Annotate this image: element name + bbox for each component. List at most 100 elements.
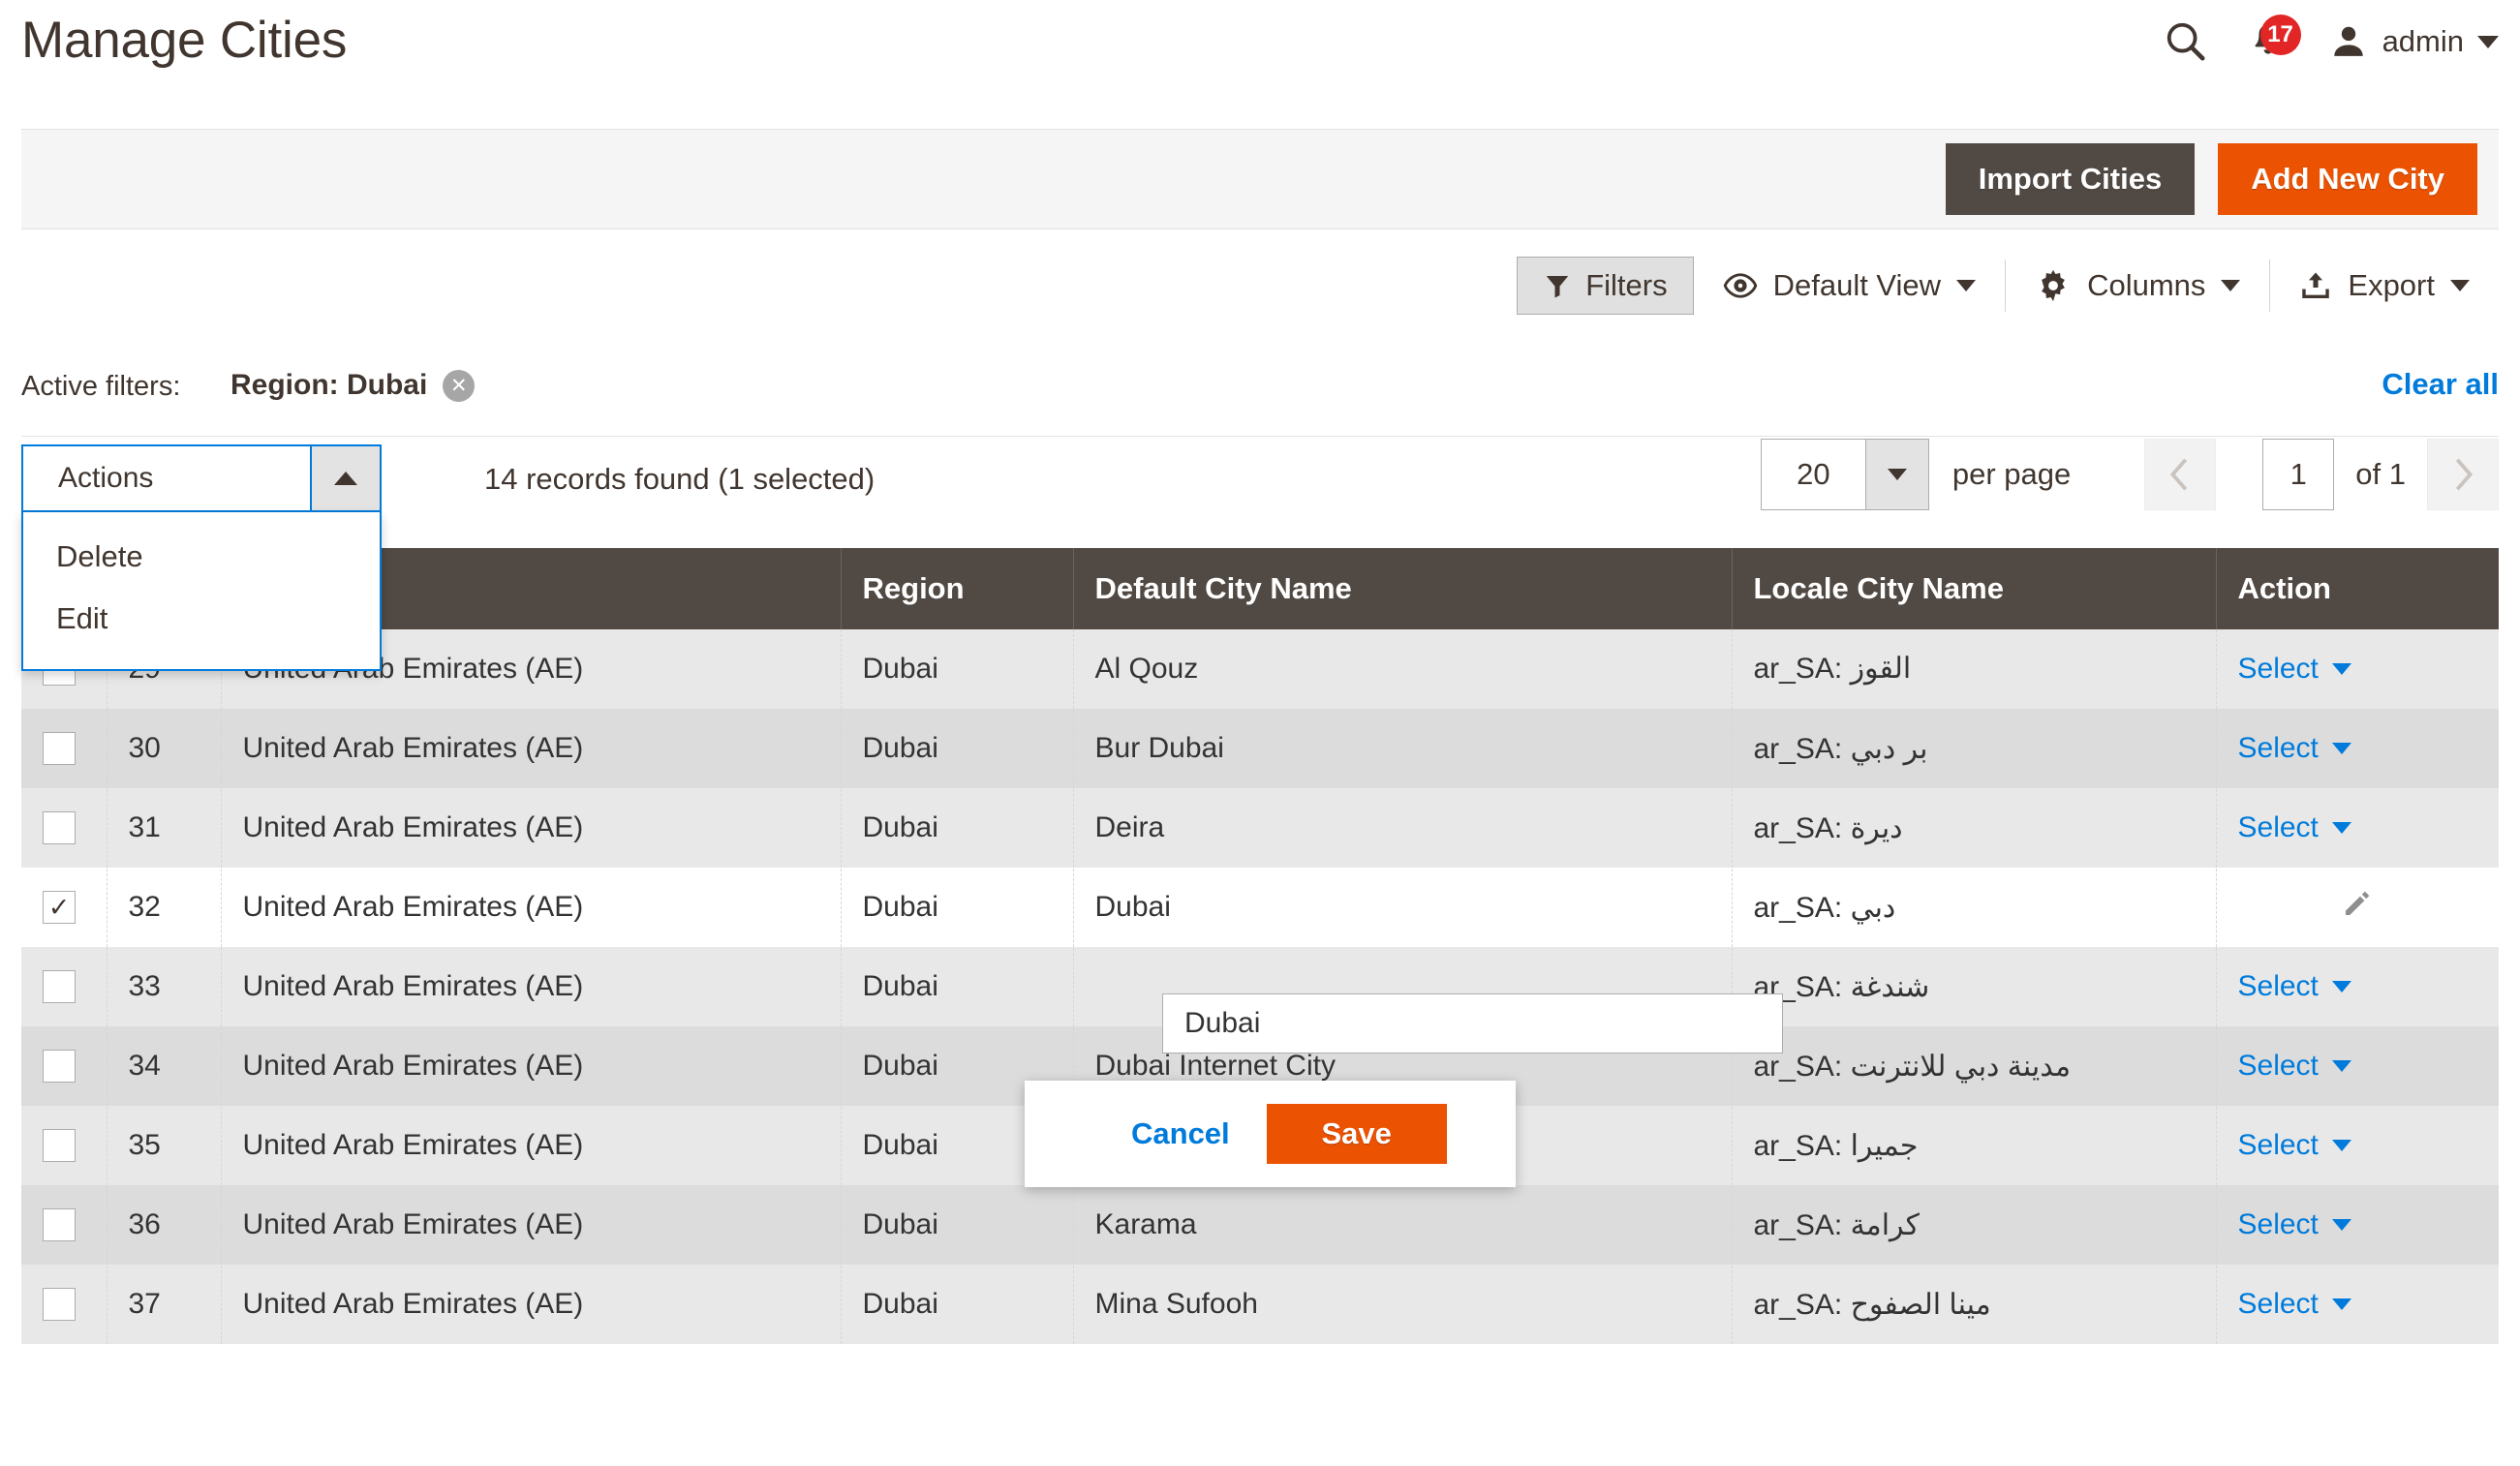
row-checkbox-cell	[21, 1185, 108, 1265]
default-view-dropdown[interactable]: Default View	[1694, 257, 2005, 315]
page-actions-group: Import Cities Add New City	[1945, 143, 2477, 215]
row-checkbox-cell	[21, 947, 108, 1026]
cell-default-city-name: Deira	[1073, 788, 1733, 868]
filters-button[interactable]: Filters	[1517, 257, 1694, 315]
cell-action	[2216, 868, 2499, 947]
row-checkbox-cell	[21, 1026, 108, 1106]
chevron-down-icon	[2331, 1298, 2351, 1310]
row-checkbox[interactable]	[43, 970, 76, 1003]
row-action-select-label: Select	[2237, 1208, 2319, 1240]
pencil-icon[interactable]	[2341, 887, 2374, 928]
mass-actions-toggle[interactable]	[310, 446, 380, 510]
row-action-select[interactable]: Select	[2238, 970, 2351, 1003]
chevron-down-icon	[2331, 743, 2351, 754]
row-action-select[interactable]: Select	[2238, 1129, 2351, 1162]
row-checkbox[interactable]: ✓	[43, 891, 76, 924]
page-actions-bar: Import Cities Add New City	[21, 129, 2499, 229]
export-dropdown[interactable]: Export	[2270, 257, 2499, 315]
cell-locale-city-name: ar_SA: بر دبي	[1732, 709, 2217, 788]
table-row[interactable]: 30 United Arab Emirates (AE) Dubai Bur Duba…	[21, 709, 2499, 788]
row-action-select-label: Select	[2237, 652, 2319, 685]
cell-id: 30	[107, 709, 222, 788]
row-checkbox[interactable]	[43, 1288, 76, 1321]
clear-all-link[interactable]: Clear all	[2382, 367, 2499, 402]
filters-label: Filters	[1585, 268, 1668, 302]
cell-action: Select	[2216, 629, 2499, 709]
row-checkbox[interactable]	[43, 1129, 76, 1162]
cell-action: Select	[2216, 1106, 2499, 1185]
cell-default-city-name: Bur Dubai	[1073, 709, 1733, 788]
add-new-city-button[interactable]: Add New City	[2218, 143, 2477, 215]
user-icon	[2333, 26, 2363, 56]
column-header-default-city-name[interactable]: Default City Name	[1073, 548, 1733, 629]
cell-id: 35	[107, 1106, 222, 1185]
row-action-select-label: Select	[2237, 1050, 2319, 1082]
row-checkbox-cell	[21, 1106, 108, 1185]
mass-action-edit[interactable]: Edit	[23, 588, 380, 650]
cities-table: ID Country Region Default City Name Loca…	[21, 548, 2499, 1345]
row-action-select-label: Select	[2237, 1129, 2319, 1161]
header-actions: 17 admin	[2164, 8, 2499, 76]
chevron-down-icon	[2221, 280, 2241, 291]
row-checkbox-cell	[21, 788, 108, 868]
table-row[interactable]: 37 United Arab Emirates (AE) Dubai Mina Suf…	[21, 1265, 2499, 1344]
locale-city-name-value: ar_SA: مدينة دبي للانترنت	[1753, 1050, 2072, 1083]
column-header-locale-city-name[interactable]: Locale City Name	[1732, 548, 2217, 629]
cell-locale-city-name: ar_SA: مدينة دبي للانترنت	[1732, 1026, 2217, 1106]
check-icon: ✓	[47, 892, 71, 922]
next-page-button[interactable]	[2427, 439, 2499, 510]
inline-edit-cancel-button[interactable]: Cancel	[1131, 1116, 1230, 1151]
locale-city-name-value: ar_SA: جميرا	[1753, 1129, 1919, 1162]
cell-locale-city-name: ar_SA: جميرا	[1732, 1106, 2217, 1185]
export-label: Export	[2348, 268, 2435, 302]
cell-region: Dubai	[841, 709, 1074, 788]
page-number-input[interactable]: 1	[2262, 439, 2335, 510]
per-page-select[interactable]: 20	[1760, 439, 1929, 510]
previous-page-button[interactable]	[2144, 439, 2217, 510]
chevron-down-icon	[2450, 280, 2470, 291]
columns-dropdown[interactable]: Columns	[2006, 257, 2269, 315]
table-row[interactable]: 31 United Arab Emirates (AE) Dubai Deira ar_…	[21, 788, 2499, 868]
table-row[interactable]: 29United Arab Emirates (AE)DubaiAl Qouza…	[21, 629, 2499, 709]
row-action-select[interactable]: Select	[2238, 1050, 2351, 1083]
admin-menu[interactable]: admin	[2328, 21, 2499, 62]
row-action-select[interactable]: Select	[2238, 1288, 2351, 1321]
cell-id: 36	[107, 1185, 222, 1265]
row-action-select[interactable]: Select	[2238, 811, 2351, 844]
import-cities-button[interactable]: Import Cities	[1945, 143, 2196, 215]
close-circle-icon[interactable]: ✕	[443, 369, 476, 402]
row-checkbox[interactable]	[43, 732, 76, 765]
active-filters-bar: Active filters: Region: Dubai ✕ Clear al…	[21, 348, 2499, 437]
inline-edit-city-name-input[interactable]: Dubai	[1162, 993, 1783, 1054]
mass-action-delete[interactable]: Delete	[23, 526, 380, 588]
inline-edit-save-button[interactable]: Save	[1266, 1104, 1447, 1164]
mass-actions-select[interactable]: Actions	[21, 444, 382, 512]
cell-region: Dubai	[841, 1265, 1074, 1344]
row-checkbox[interactable]	[43, 811, 76, 844]
row-action-select[interactable]: Select	[2238, 653, 2351, 686]
chevron-down-icon	[2477, 35, 2499, 48]
locale-city-name-value: ar_SA: بر دبي	[1753, 732, 1928, 765]
notifications-button[interactable]: 17	[2241, 15, 2301, 69]
table-row[interactable]: ✓ 32 United Arab Emirates (AE) Dubai Dubai ar…	[21, 868, 2499, 947]
chevron-down-icon	[2331, 1140, 2351, 1151]
mass-actions-label: Actions	[58, 462, 154, 494]
row-checkbox[interactable]	[43, 1208, 76, 1241]
table-row[interactable]: 36 United Arab Emirates (AE) Dubai Karama ar…	[21, 1185, 2499, 1265]
column-header-region[interactable]: Region	[841, 548, 1074, 629]
cell-id: 33	[107, 947, 222, 1026]
cell-action: Select	[2216, 788, 2499, 868]
search-icon[interactable]	[2164, 19, 2208, 64]
cell-country: United Arab Emirates (AE)	[221, 1106, 842, 1185]
page-total-label: of 1	[2355, 457, 2406, 491]
row-action-select[interactable]: Select	[2238, 1208, 2351, 1241]
locale-city-name-value: ar_SA: ديرة	[1753, 811, 1903, 844]
chevron-down-icon	[2331, 981, 2351, 993]
cell-region: Dubai	[841, 947, 1074, 1026]
row-action-select[interactable]: Select	[2238, 732, 2351, 765]
chevron-down-icon	[2331, 822, 2351, 834]
column-header-action[interactable]: Action	[2216, 548, 2499, 629]
per-page-toggle[interactable]	[1864, 440, 1928, 509]
cell-country: United Arab Emirates (AE)	[221, 1265, 842, 1344]
row-checkbox[interactable]	[43, 1050, 76, 1083]
